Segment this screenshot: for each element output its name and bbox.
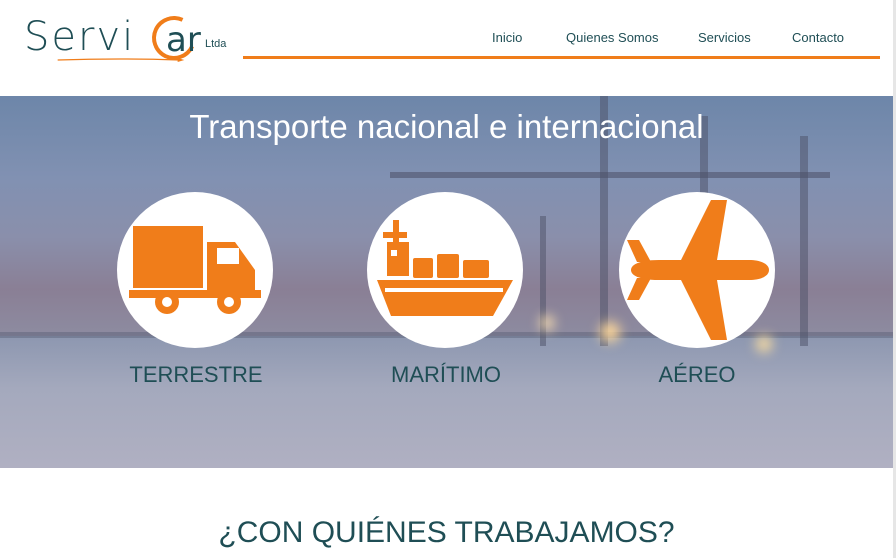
cargo-ship-icon xyxy=(377,220,513,316)
mode-label-aereo: AÉREO xyxy=(658,362,736,387)
mode-circle-aereo[interactable] xyxy=(619,192,775,348)
logo-text-tail: ar xyxy=(166,20,201,60)
site-header: Servi ar Ltda Inicio Quienes Somos Servi… xyxy=(0,0,896,96)
logo-suffix: Ltda xyxy=(205,38,227,50)
hero-background-sea xyxy=(0,336,893,468)
harbor-light xyxy=(540,316,554,330)
airplane-icon xyxy=(627,200,769,340)
crane-leg xyxy=(800,136,808,346)
hero-banner: Transporte nacional e internacional TERR… xyxy=(0,96,893,468)
partners-heading: ¿CON QUIÉNES TRABAJAMOS? xyxy=(218,516,675,549)
crane-beam xyxy=(390,172,830,178)
mode-circle-terrestre[interactable] xyxy=(117,192,273,348)
truck-icon xyxy=(129,226,261,314)
logo-text-main: Servi xyxy=(24,14,136,60)
hero-title: Transporte nacional e internacional xyxy=(189,108,704,145)
harbor-light xyxy=(600,322,620,342)
logo-swoosh xyxy=(57,58,185,62)
nav-item-contacto[interactable]: Contacto xyxy=(792,30,844,45)
mode-label-maritimo: MARÍTIMO xyxy=(391,362,501,387)
mode-label-terrestre: TERRESTRE xyxy=(129,362,263,387)
servicar-logo[interactable]: Servi ar Ltda xyxy=(24,9,227,70)
nav-item-servicios[interactable]: Servicios xyxy=(698,30,751,45)
main-nav: Inicio Quienes Somos Servicios Contacto xyxy=(243,24,880,59)
nav-item-quienes-somos[interactable]: Quienes Somos xyxy=(566,30,659,45)
nav-item-inicio[interactable]: Inicio xyxy=(492,30,522,45)
mode-circle-maritimo[interactable] xyxy=(367,192,523,348)
